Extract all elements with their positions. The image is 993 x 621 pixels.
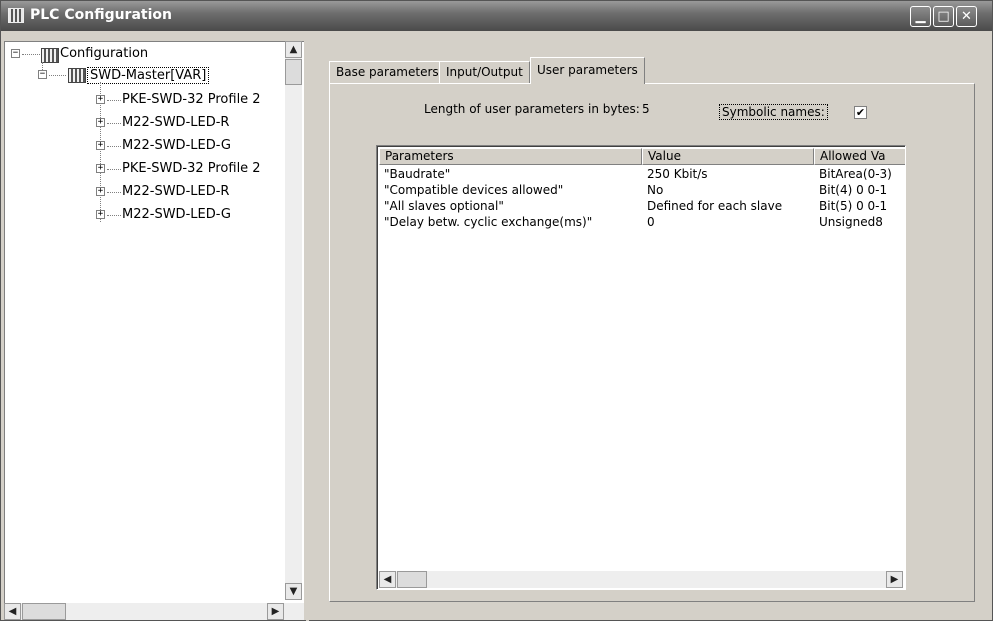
table-horizontal-scrollbar[interactable]: ◀ ▶: [379, 571, 903, 588]
table-header: Parameters Value Allowed Va: [379, 148, 905, 165]
tree-node-device[interactable]: M22-SWD-LED-R: [122, 184, 229, 199]
tree-connector: [107, 169, 121, 170]
cell-parameter: "All slaves optional": [384, 199, 504, 213]
cell-parameter: "Compatible devices allowed": [384, 183, 564, 197]
table-row[interactable]: "Baudrate" 250 Kbit/s BitArea(0-3): [379, 166, 905, 182]
scroll-right-icon[interactable]: ▶: [886, 571, 903, 588]
expand-icon[interactable]: +: [96, 95, 105, 104]
table-row[interactable]: "Compatible devices allowed" No Bit(4) 0…: [379, 182, 905, 198]
expand-icon[interactable]: +: [96, 187, 105, 196]
master-device-icon: [68, 68, 86, 83]
cell-allowed: BitArea(0-3): [819, 167, 892, 181]
symbolic-names-label[interactable]: Symbolic names:: [719, 104, 828, 120]
tab-user-parameters[interactable]: User parameters: [530, 57, 645, 84]
scroll-left-icon[interactable]: ◀: [379, 571, 396, 588]
column-header-allowed-values[interactable]: Allowed Va: [814, 148, 905, 165]
tree-node-swd-master[interactable]: SWD-Master[VAR]: [87, 67, 210, 84]
cell-parameter: "Delay betw. cyclic exchange(ms)": [384, 215, 593, 229]
maximize-button[interactable]: □: [933, 6, 954, 27]
column-header-parameters[interactable]: Parameters: [379, 148, 642, 165]
configuration-tree[interactable]: − Configuration − SWD-Master[VAR] + PKE-…: [4, 41, 304, 620]
tree-node-device[interactable]: M22-SWD-LED-R: [122, 115, 229, 130]
cell-value[interactable]: 250 Kbit/s: [642, 166, 814, 182]
cell-allowed: Unsigned8: [819, 215, 883, 229]
length-value: 5: [642, 102, 650, 116]
tree-vertical-scrollbar[interactable]: ▲ ▼: [285, 41, 302, 600]
tree-node-device[interactable]: PKE-SWD-32 Profile 2: [122, 92, 261, 107]
tree-connector: [107, 192, 121, 193]
minimize-button[interactable]: ▁: [910, 6, 931, 27]
tree-node-device[interactable]: M22-SWD-LED-G: [122, 138, 231, 153]
scroll-thumb[interactable]: [285, 59, 302, 85]
expand-icon[interactable]: +: [96, 141, 105, 150]
tree-node-device[interactable]: PKE-SWD-32 Profile 2: [122, 161, 261, 176]
cell-value[interactable]: 0: [642, 214, 814, 230]
expand-icon[interactable]: +: [96, 118, 105, 127]
scroll-right-icon[interactable]: ▶: [267, 603, 284, 620]
configuration-icon: [41, 48, 59, 63]
table-row[interactable]: "Delay betw. cyclic exchange(ms)" 0 Unsi…: [379, 214, 905, 230]
scroll-left-icon[interactable]: ◀: [4, 603, 21, 620]
scroll-thumb[interactable]: [397, 571, 427, 588]
tab-input-output[interactable]: Input/Output: [439, 61, 530, 83]
cell-allowed: Bit(5) 0 0-1: [819, 199, 888, 213]
tree-node-configuration[interactable]: Configuration: [60, 46, 148, 61]
scroll-down-icon[interactable]: ▼: [285, 583, 302, 600]
tree-connector: [22, 54, 40, 55]
column-header-value[interactable]: Value: [642, 148, 814, 165]
cell-value[interactable]: No: [642, 182, 814, 198]
parameters-table[interactable]: Parameters Value Allowed Va "Baudrate" 2…: [376, 145, 906, 590]
plc-configuration-window: PLC Configuration ▁ □ ✕ − Configuration …: [0, 0, 993, 621]
cell-value[interactable]: Defined for each slave: [642, 198, 814, 214]
tree-connector: [49, 75, 66, 76]
collapse-icon[interactable]: −: [11, 49, 20, 58]
length-label: Length of user parameters in bytes:: [424, 102, 640, 116]
scroll-up-icon[interactable]: ▲: [285, 41, 302, 58]
collapse-icon[interactable]: −: [38, 70, 47, 79]
tree-node-device[interactable]: M22-SWD-LED-G: [122, 207, 231, 222]
expand-icon[interactable]: +: [96, 210, 105, 219]
pane-splitter[interactable]: [306, 41, 309, 621]
close-button[interactable]: ✕: [956, 6, 977, 27]
tree-connector: [107, 123, 121, 124]
tree-connector: [107, 146, 121, 147]
table-row[interactable]: "All slaves optional" Defined for each s…: [379, 198, 905, 214]
app-icon: [8, 8, 24, 23]
tree-horizontal-scrollbar[interactable]: ◀ ▶: [4, 603, 304, 620]
scroll-thumb[interactable]: [22, 603, 66, 620]
properties-pane: Base parameters Input/Output User parame…: [313, 41, 991, 621]
user-parameters-panel: Length of user parameters in bytes: 5 Sy…: [329, 83, 975, 602]
cell-parameter: "Baudrate": [384, 167, 451, 181]
expand-icon[interactable]: +: [96, 164, 105, 173]
title-bar[interactable]: PLC Configuration ▁ □ ✕: [1, 1, 992, 31]
window-title: PLC Configuration: [30, 7, 172, 23]
tree-connector: [107, 215, 121, 216]
symbolic-names-checkbox[interactable]: ✔: [854, 106, 867, 119]
tree-connector: [107, 100, 121, 101]
tab-base-parameters[interactable]: Base parameters: [329, 61, 446, 83]
cell-allowed: Bit(4) 0 0-1: [819, 183, 888, 197]
